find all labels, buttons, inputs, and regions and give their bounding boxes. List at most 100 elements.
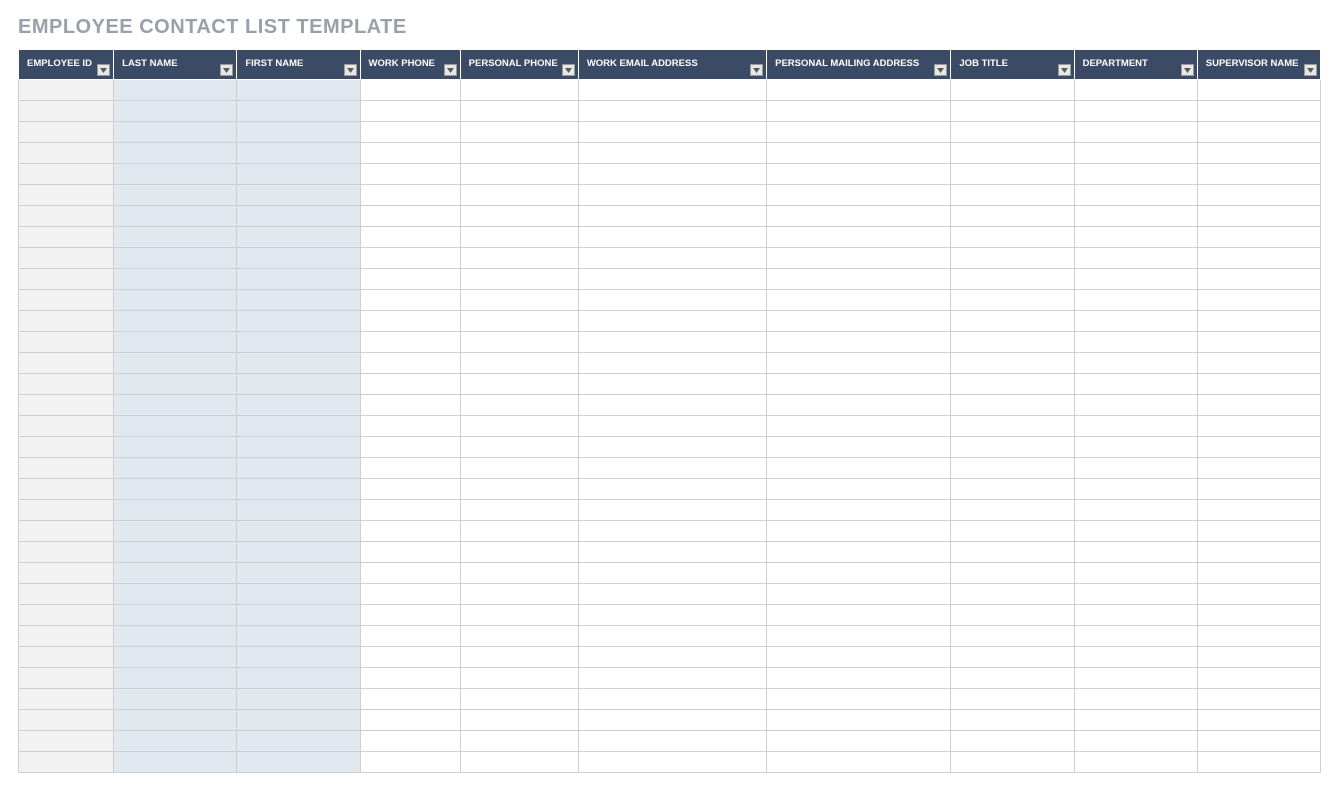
cell[interactable]: [951, 689, 1074, 710]
cell[interactable]: [237, 584, 360, 605]
cell[interactable]: [951, 122, 1074, 143]
cell[interactable]: [1197, 353, 1320, 374]
cell[interactable]: [360, 563, 460, 584]
filter-dropdown-icon[interactable]: [344, 64, 357, 76]
cell[interactable]: [460, 584, 578, 605]
cell[interactable]: [460, 122, 578, 143]
cell[interactable]: [767, 689, 951, 710]
cell[interactable]: [578, 269, 766, 290]
filter-dropdown-icon[interactable]: [750, 64, 763, 76]
cell[interactable]: [1197, 290, 1320, 311]
cell[interactable]: [578, 542, 766, 563]
cell[interactable]: [19, 710, 114, 731]
cell[interactable]: [237, 164, 360, 185]
cell[interactable]: [951, 353, 1074, 374]
cell[interactable]: [19, 500, 114, 521]
cell[interactable]: [1074, 227, 1197, 248]
cell[interactable]: [19, 542, 114, 563]
cell[interactable]: [1197, 164, 1320, 185]
cell[interactable]: [1074, 752, 1197, 773]
cell[interactable]: [19, 311, 114, 332]
cell[interactable]: [578, 416, 766, 437]
cell[interactable]: [1197, 584, 1320, 605]
filter-dropdown-icon[interactable]: [97, 64, 110, 76]
filter-dropdown-icon[interactable]: [934, 64, 947, 76]
cell[interactable]: [1074, 647, 1197, 668]
cell[interactable]: [1197, 710, 1320, 731]
cell[interactable]: [951, 605, 1074, 626]
filter-dropdown-icon[interactable]: [1181, 64, 1194, 76]
cell[interactable]: [460, 500, 578, 521]
cell[interactable]: [360, 710, 460, 731]
cell[interactable]: [237, 269, 360, 290]
cell[interactable]: [19, 584, 114, 605]
cell[interactable]: [767, 248, 951, 269]
cell[interactable]: [767, 206, 951, 227]
cell[interactable]: [237, 437, 360, 458]
cell[interactable]: [19, 479, 114, 500]
cell[interactable]: [460, 752, 578, 773]
cell[interactable]: [114, 206, 237, 227]
cell[interactable]: [578, 185, 766, 206]
cell[interactable]: [951, 542, 1074, 563]
cell[interactable]: [767, 227, 951, 248]
cell[interactable]: [19, 752, 114, 773]
cell[interactable]: [237, 521, 360, 542]
cell[interactable]: [1074, 122, 1197, 143]
cell[interactable]: [578, 143, 766, 164]
cell[interactable]: [1074, 668, 1197, 689]
cell[interactable]: [578, 437, 766, 458]
cell[interactable]: [19, 668, 114, 689]
cell[interactable]: [114, 395, 237, 416]
cell[interactable]: [767, 542, 951, 563]
cell[interactable]: [951, 458, 1074, 479]
cell[interactable]: [1197, 731, 1320, 752]
cell[interactable]: [237, 143, 360, 164]
cell[interactable]: [951, 164, 1074, 185]
cell[interactable]: [951, 143, 1074, 164]
cell[interactable]: [767, 647, 951, 668]
cell[interactable]: [237, 752, 360, 773]
cell[interactable]: [951, 332, 1074, 353]
cell[interactable]: [19, 164, 114, 185]
cell[interactable]: [237, 479, 360, 500]
cell[interactable]: [114, 458, 237, 479]
cell[interactable]: [767, 80, 951, 101]
cell[interactable]: [1197, 605, 1320, 626]
cell[interactable]: [114, 269, 237, 290]
cell[interactable]: [460, 143, 578, 164]
cell[interactable]: [460, 80, 578, 101]
cell[interactable]: [360, 395, 460, 416]
cell[interactable]: [578, 374, 766, 395]
cell[interactable]: [767, 752, 951, 773]
cell[interactable]: [360, 668, 460, 689]
cell[interactable]: [951, 206, 1074, 227]
cell[interactable]: [767, 479, 951, 500]
cell[interactable]: [237, 248, 360, 269]
cell[interactable]: [360, 731, 460, 752]
cell[interactable]: [237, 332, 360, 353]
cell[interactable]: [237, 311, 360, 332]
cell[interactable]: [114, 80, 237, 101]
cell[interactable]: [237, 353, 360, 374]
cell[interactable]: [460, 563, 578, 584]
cell[interactable]: [460, 605, 578, 626]
cell[interactable]: [114, 122, 237, 143]
cell[interactable]: [19, 437, 114, 458]
cell[interactable]: [1197, 437, 1320, 458]
cell[interactable]: [1197, 668, 1320, 689]
filter-dropdown-icon[interactable]: [1304, 64, 1317, 76]
cell[interactable]: [951, 647, 1074, 668]
cell[interactable]: [1074, 311, 1197, 332]
cell[interactable]: [19, 521, 114, 542]
cell[interactable]: [1197, 143, 1320, 164]
cell[interactable]: [114, 626, 237, 647]
cell[interactable]: [237, 458, 360, 479]
cell[interactable]: [460, 290, 578, 311]
cell[interactable]: [360, 290, 460, 311]
cell[interactable]: [114, 332, 237, 353]
cell[interactable]: [19, 185, 114, 206]
cell[interactable]: [19, 206, 114, 227]
cell[interactable]: [951, 395, 1074, 416]
cell[interactable]: [114, 479, 237, 500]
